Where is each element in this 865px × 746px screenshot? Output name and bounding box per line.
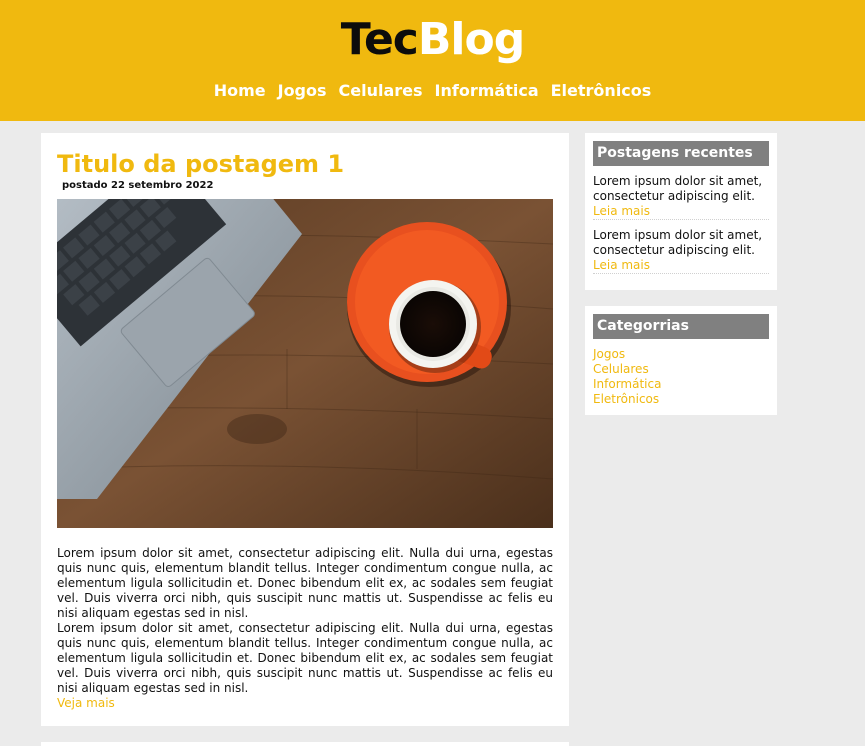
category-link-jogos[interactable]: Jogos [593,347,661,362]
recent-post-item: Lorem ipsum dolor sit amet, consectetur … [593,174,769,220]
logo-part-blog: Blog [417,14,525,65]
post-body: Lorem ipsum dolor sit amet, consectetur … [57,546,553,696]
nav-item-home[interactable]: Home [214,80,266,102]
post-image [57,199,553,528]
recent-post-text: Lorem ipsum dolor sit amet, consectetur … [593,174,763,203]
next-post-card [41,742,569,746]
nav-item-eletronicos[interactable]: Eletrônicos [551,80,652,102]
categories-widget: Categorrias Jogos Celulares Informática … [585,306,777,415]
recent-posts-widget: Postagens recentes Lorem ipsum dolor sit… [585,133,777,290]
nav-item-celulares[interactable]: Celulares [339,80,423,102]
post-date: postado 22 setembro 2022 [62,180,214,191]
post-title[interactable]: Titulo da postagem 1 [57,149,344,179]
nav-item-informatica[interactable]: Informática [435,80,539,102]
recent-posts-title: Postagens recentes [593,141,769,166]
recent-post-item: Lorem ipsum dolor sit amet, consectetur … [593,228,769,274]
category-link-informatica[interactable]: Informática [593,377,661,392]
recent-post-read-more[interactable]: Leia mais [593,204,769,219]
recent-post-read-more[interactable]: Leia mais [593,258,769,273]
logo-part-tec: Tec [340,14,419,65]
blog-post: Titulo da postagem 1 postado 22 setembro… [41,133,569,726]
read-more-link[interactable]: Veja mais [57,696,115,711]
post-paragraph-1: Lorem ipsum dolor sit amet, consectetur … [57,546,553,620]
category-link-eletronicos[interactable]: Eletrônicos [593,392,661,407]
site-logo[interactable]: TecBlog [0,14,865,66]
categories-list: Jogos Celulares Informática Eletrônicos [593,347,661,407]
recent-post-text: Lorem ipsum dolor sit amet, consectetur … [593,228,763,257]
site-header: TecBlog Home Jogos Celulares Informática… [0,0,865,121]
post-paragraph-2: Lorem ipsum dolor sit amet, consectetur … [57,621,553,695]
nav-item-jogos[interactable]: Jogos [278,80,327,102]
main-nav: Home Jogos Celulares Informática Eletrôn… [0,80,865,102]
categories-title: Categorrias [593,314,769,339]
category-link-celulares[interactable]: Celulares [593,362,661,377]
